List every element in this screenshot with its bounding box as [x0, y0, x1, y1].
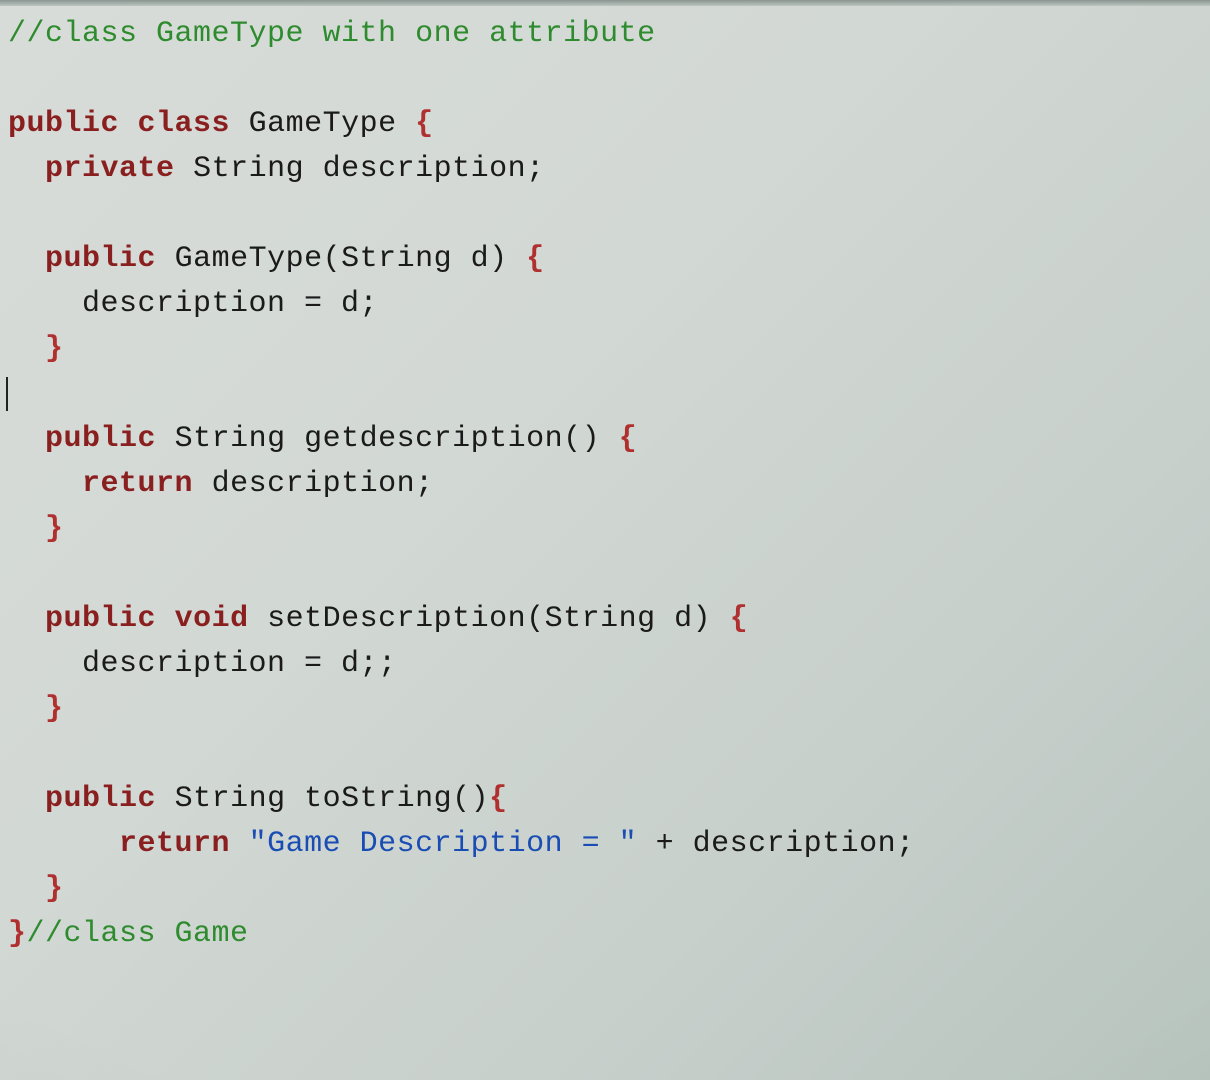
- semicolon: ;: [526, 152, 545, 186]
- method-name: toString: [304, 782, 452, 816]
- keyword-public: public: [8, 107, 119, 141]
- brace-close: }: [45, 692, 64, 726]
- brace-close: }: [45, 512, 64, 546]
- parens: (): [452, 782, 489, 816]
- keyword-public: public: [45, 242, 156, 276]
- class-name: GameType: [249, 107, 397, 141]
- keyword-return: return: [119, 827, 230, 861]
- brace-open: {: [619, 422, 638, 456]
- constructor-params: (String d): [323, 242, 508, 276]
- code-editor[interactable]: //class GameType with one attribute publ…: [0, 6, 1210, 957]
- brace-open: {: [730, 602, 749, 636]
- string-literal: "Game Description = ": [249, 827, 638, 861]
- parens: (): [563, 422, 600, 456]
- method-name: setDescription: [267, 602, 526, 636]
- brace-close: }: [45, 332, 64, 366]
- text-cursor: [6, 377, 8, 411]
- keyword-public: public: [45, 602, 156, 636]
- field-name: description: [323, 152, 527, 186]
- keyword-class: class: [138, 107, 231, 141]
- assign-statement: description = d;: [82, 287, 378, 321]
- brace-open: {: [489, 782, 508, 816]
- keyword-return: return: [82, 467, 193, 501]
- method-name: getdescription: [304, 422, 563, 456]
- assign-statement: description = d;;: [82, 647, 397, 681]
- brace-open: {: [415, 107, 434, 141]
- brace-close-class: }: [8, 917, 27, 951]
- brace-close: }: [45, 872, 64, 906]
- keyword-public: public: [45, 782, 156, 816]
- return-type: String: [175, 782, 286, 816]
- constructor-name: GameType: [175, 242, 323, 276]
- keyword-private: private: [45, 152, 175, 186]
- keyword-public: public: [45, 422, 156, 456]
- return-expr: description;: [212, 467, 434, 501]
- return-type: String: [175, 422, 286, 456]
- brace-open: {: [526, 242, 545, 276]
- keyword-void: void: [175, 602, 249, 636]
- concat-expr: + description;: [637, 827, 915, 861]
- type-string: String: [193, 152, 304, 186]
- comment-line: //class Game: [27, 917, 249, 951]
- comment-line: //class GameType with one attribute: [8, 17, 656, 51]
- method-params: (String d): [526, 602, 711, 636]
